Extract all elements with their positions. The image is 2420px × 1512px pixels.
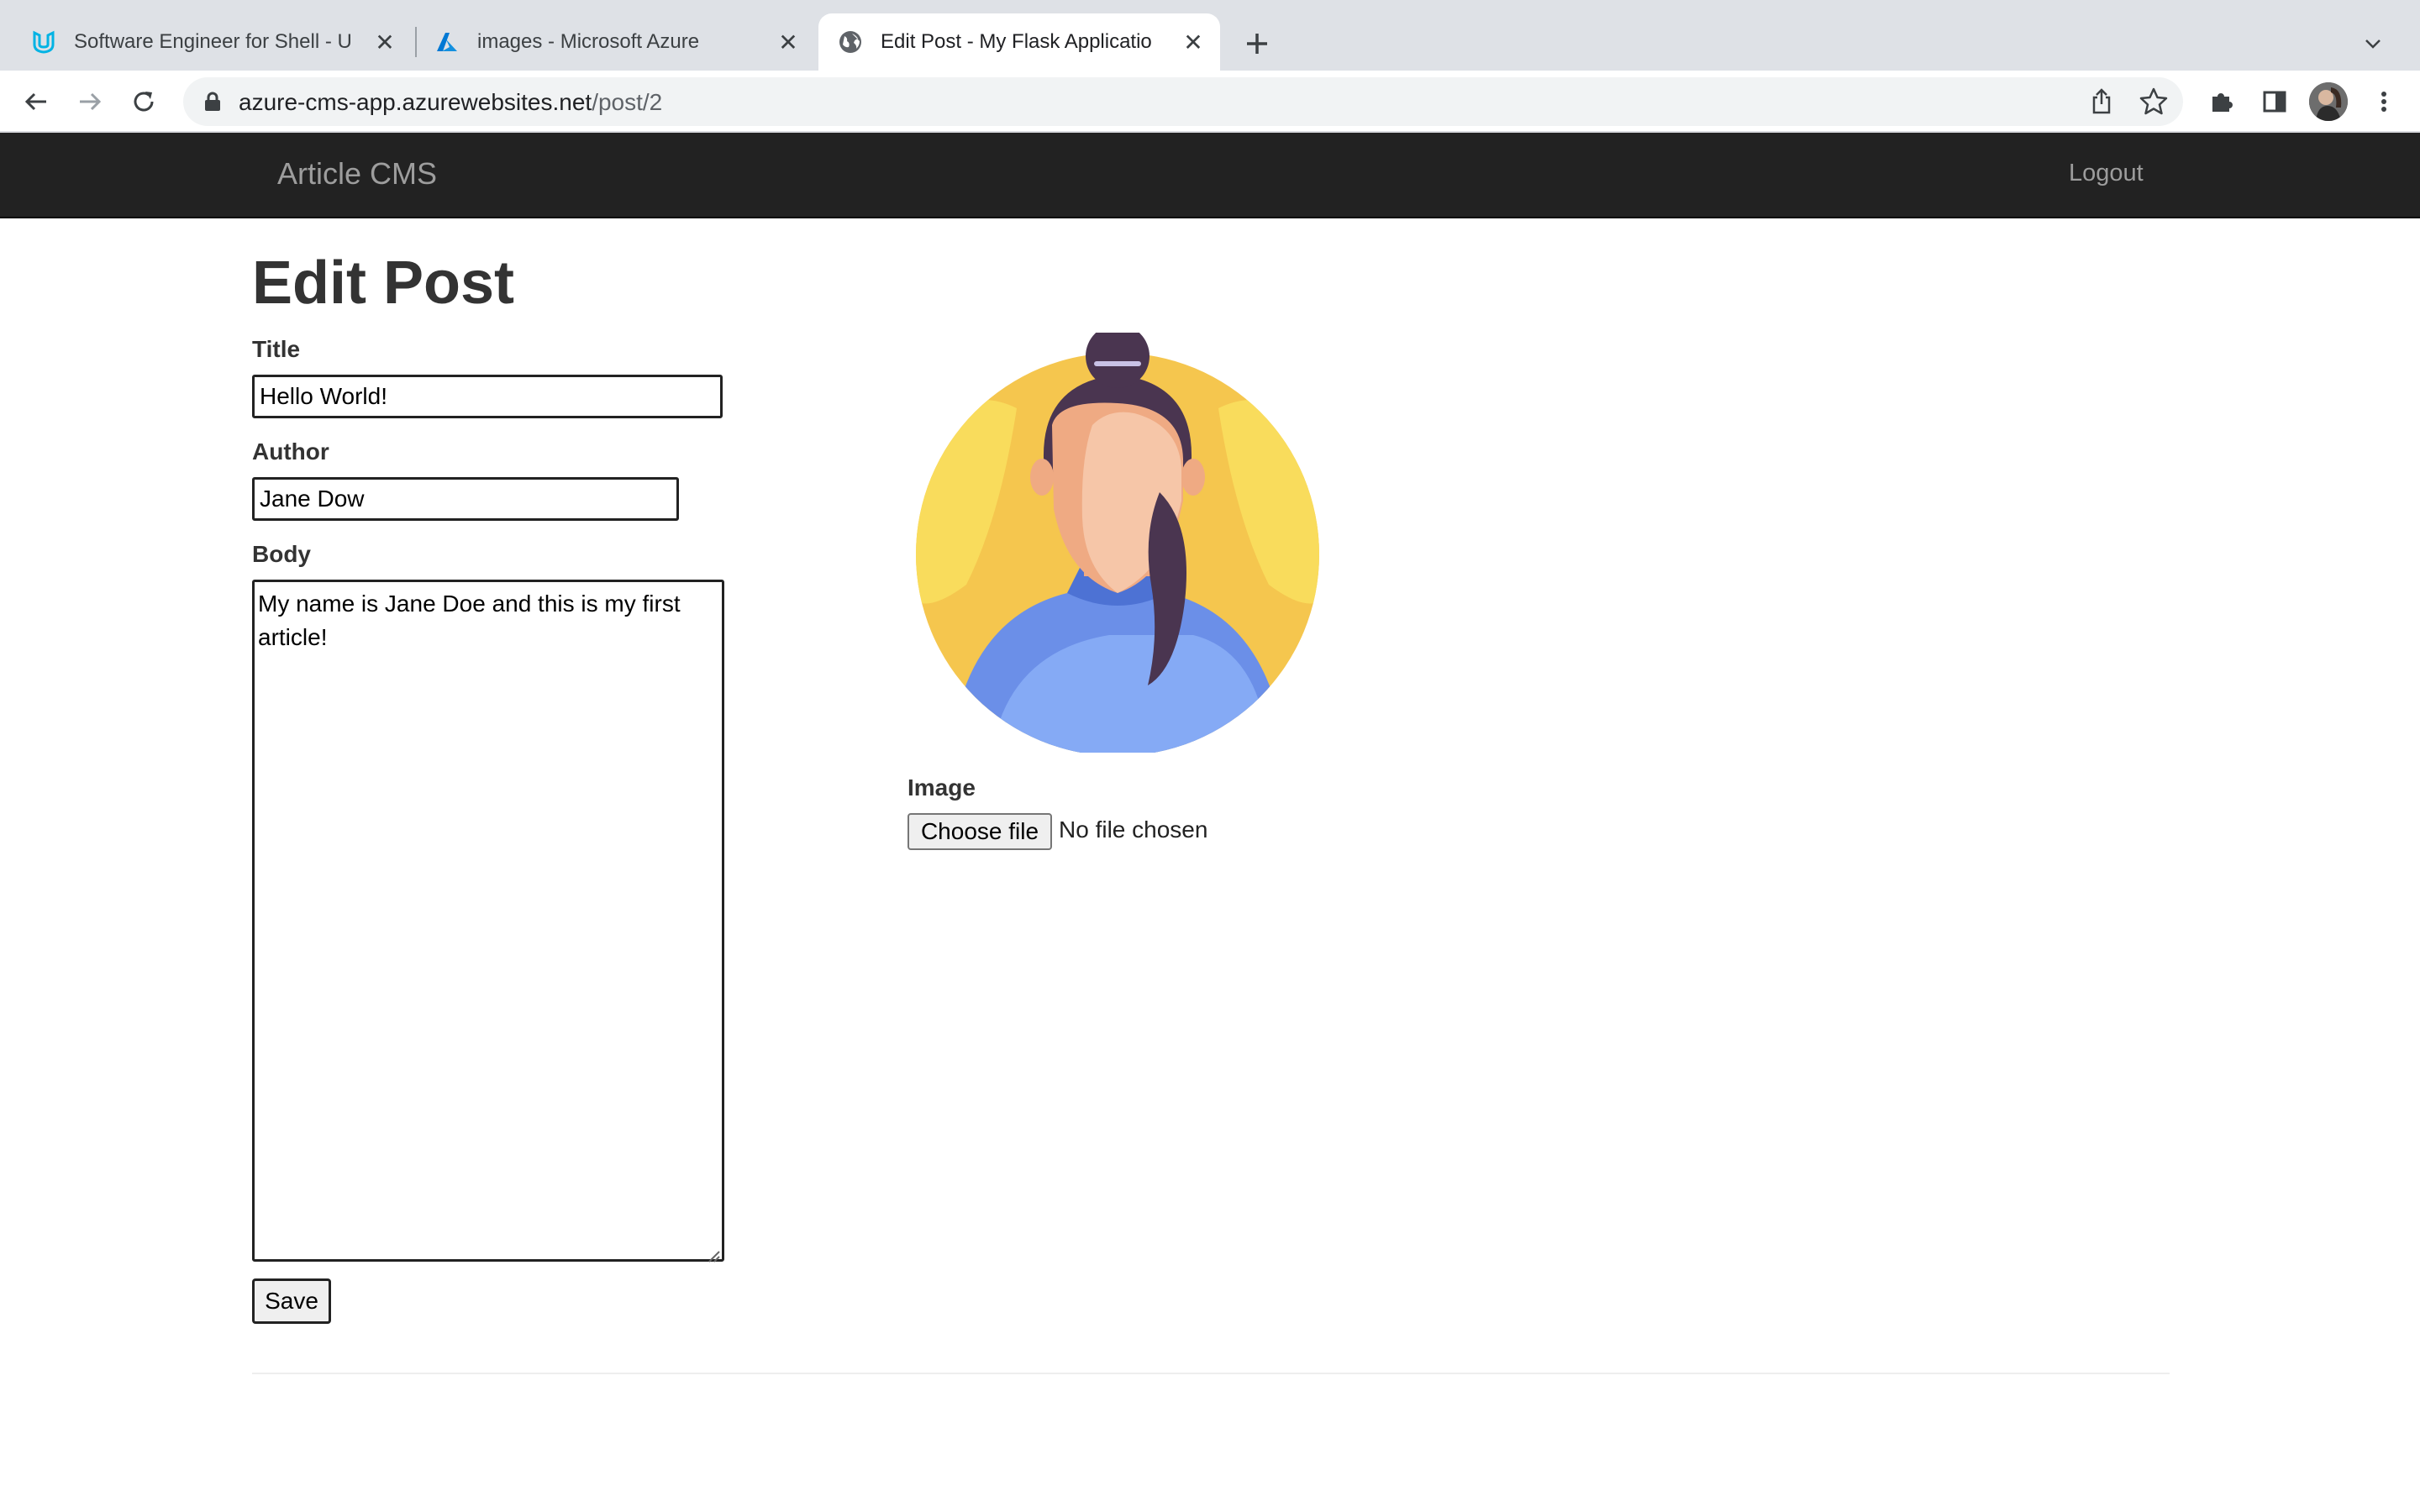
tab-search-button[interactable] [2356,27,2390,60]
tab-strip: Software Engineer for Shell - U ✕ images… [0,0,2420,71]
back-arrow-icon [24,92,46,111]
url-host: azure-cms-app.azurewebsites.net [239,89,592,115]
kebab-menu-icon [2381,92,2386,112]
body-textarea[interactable]: My name is Jane Doe and this is my first… [252,580,724,1262]
site-navbar: Article CMS Logout [0,133,2420,218]
navbar-brand[interactable]: Article CMS [277,156,437,192]
save-button[interactable]: Save [252,1278,331,1324]
logout-link[interactable]: Logout [2069,160,2144,187]
profile-avatar[interactable] [2309,82,2348,121]
no-file-text: No file chosen [1059,816,1208,843]
close-icon[interactable]: ✕ [371,29,398,55]
body-label: Body [252,541,311,567]
forward-button[interactable] [72,84,108,119]
side-panel-icon [2263,91,2286,113]
side-panel-button[interactable] [2257,84,2292,119]
chevron-down-icon [2365,39,2381,49]
reload-icon [134,92,154,112]
lock-icon [205,92,220,111]
extensions-button[interactable] [2203,84,2238,119]
tab-title: Software Engineer for Shell - U [74,30,352,53]
close-icon[interactable]: ✕ [775,29,802,55]
page-title: Edit Post [252,249,515,317]
menu-button[interactable] [2366,84,2402,119]
tab-separator [415,27,417,57]
tab-edit-post[interactable]: Edit Post - My Flask Applicatio ✕ [818,13,1220,71]
url-text: azure-cms-app.azurewebsites.net/post/2 [239,89,662,116]
forward-arrow-icon [80,92,102,111]
resize-grip-icon[interactable] [704,1247,721,1263]
title-label: Title [252,336,301,362]
plus-icon [1247,34,1267,54]
title-input[interactable] [252,375,723,418]
udacity-icon [30,29,57,55]
footer-divider [252,1373,2170,1374]
back-button[interactable] [18,84,54,119]
tab-title: images - Microsoft Azure [477,30,700,53]
author-input[interactable] [252,477,679,521]
tab-azure[interactable]: images - Microsoft Azure ✕ [420,13,815,71]
address-bar[interactable]: azure-cms-app.azurewebsites.net/post/2 [183,77,2183,126]
woman-avatar-illustration [916,324,1319,756]
tab-title: Edit Post - My Flask Applicatio [881,30,1152,53]
azure-icon [434,29,460,55]
reload-button[interactable] [126,84,161,119]
tab-udacity[interactable]: Software Engineer for Shell - U ✕ [0,13,412,71]
post-image [916,324,1319,756]
choose-file-button[interactable]: Choose file [908,813,1052,850]
url-path: /post/2 [592,89,663,115]
share-icon[interactable] [2087,87,2116,116]
new-tab-button[interactable] [1239,25,1276,62]
browser-toolbar: azure-cms-app.azurewebsites.net/post/2 [0,71,2420,133]
globe-icon [837,29,864,55]
close-icon[interactable]: ✕ [1180,29,1207,55]
author-label: Author [252,438,329,465]
bookmark-star-icon[interactable] [2138,86,2170,118]
puzzle-icon [2212,93,2233,112]
image-label: Image [908,774,976,801]
